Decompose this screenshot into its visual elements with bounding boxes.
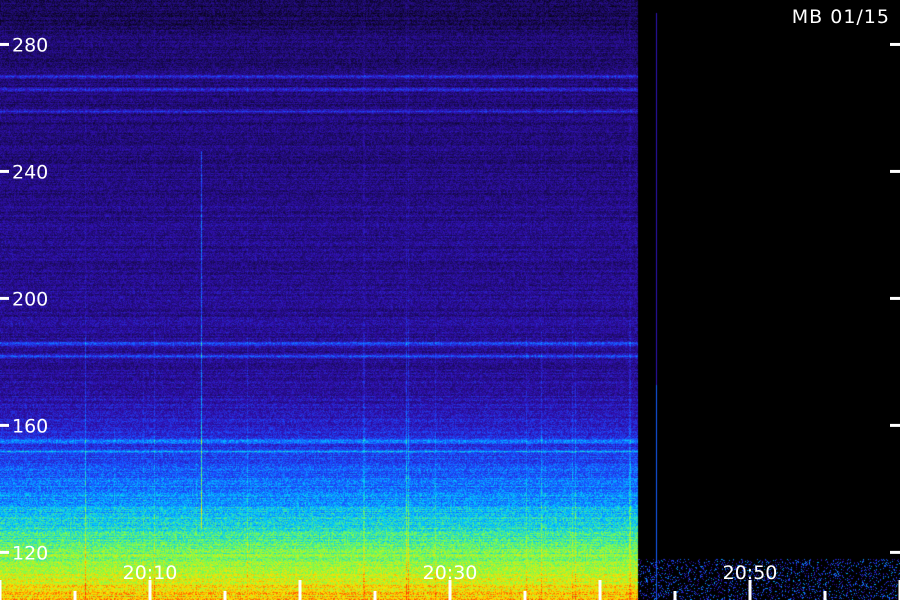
- y-tick-label: 120: [12, 542, 48, 564]
- x-tick-label: 20:10: [123, 562, 178, 584]
- chart-title: MB 01/15: [791, 6, 890, 28]
- x-tick-label: 20:50: [723, 562, 778, 584]
- x-tick-label: 20:30: [423, 562, 478, 584]
- y-tick-label: 280: [12, 34, 48, 56]
- chart-axes: 120 160 200 240 280 20:10 20:30 20:50: [0, 34, 900, 600]
- y-tick-label: 200: [12, 288, 48, 310]
- y-tick-label: 160: [12, 415, 48, 437]
- y-ticks-right: [890, 42, 900, 554]
- y-ticks-left: 120 160 200 240 280: [0, 34, 48, 564]
- y-tick-label: 240: [12, 161, 48, 183]
- x-ticks: 20:10 20:30 20:50: [0, 562, 900, 600]
